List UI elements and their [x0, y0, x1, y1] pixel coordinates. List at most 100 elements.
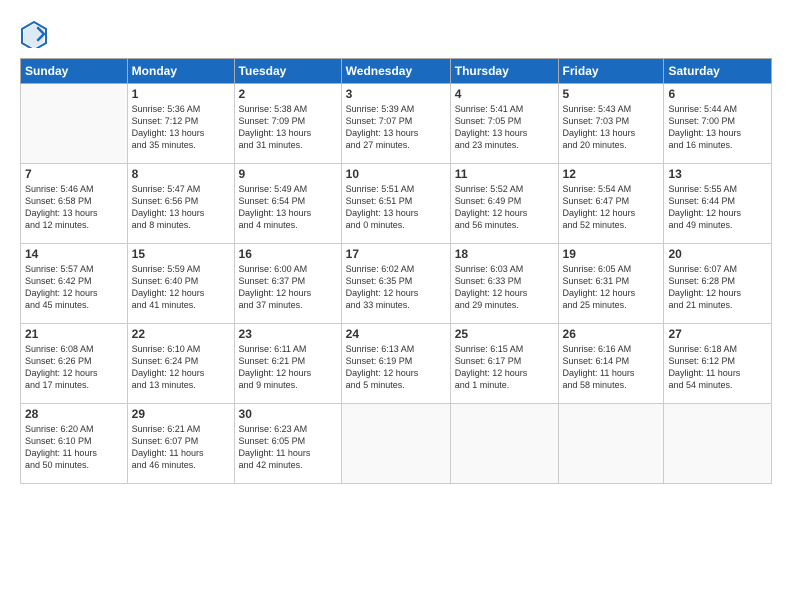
day-info: Sunrise: 6:21 AM Sunset: 6:07 PM Dayligh…: [132, 423, 230, 472]
weekday-header-monday: Monday: [127, 59, 234, 84]
calendar-cell: 10 Sunrise: 5:51 AM Sunset: 6:51 PM Dayli…: [341, 164, 450, 244]
day-number: 30: [239, 407, 337, 421]
calendar-week-row: 14 Sunrise: 5:57 AM Sunset: 6:42 PM Dayli…: [21, 244, 772, 324]
day-info: Sunrise: 5:41 AM Sunset: 7:05 PM Dayligh…: [455, 103, 554, 152]
calendar-cell: [21, 84, 128, 164]
calendar-cell: 25 Sunrise: 6:15 AM Sunset: 6:17 PM Dayli…: [450, 324, 558, 404]
day-info: Sunrise: 5:39 AM Sunset: 7:07 PM Dayligh…: [346, 103, 446, 152]
calendar-cell: 19 Sunrise: 6:05 AM Sunset: 6:31 PM Dayli…: [558, 244, 664, 324]
day-info: Sunrise: 5:47 AM Sunset: 6:56 PM Dayligh…: [132, 183, 230, 232]
day-info: Sunrise: 5:59 AM Sunset: 6:40 PM Dayligh…: [132, 263, 230, 312]
calendar-cell: 26 Sunrise: 6:16 AM Sunset: 6:14 PM Dayli…: [558, 324, 664, 404]
calendar-cell: 16 Sunrise: 6:00 AM Sunset: 6:37 PM Dayli…: [234, 244, 341, 324]
calendar-cell: 13Sunrise: 5:55 AM Sunset: 6:44 PM Dayli…: [664, 164, 772, 244]
calendar-cell: 3 Sunrise: 5:39 AM Sunset: 7:07 PM Daylig…: [341, 84, 450, 164]
day-info: Sunrise: 6:16 AM Sunset: 6:14 PM Dayligh…: [563, 343, 660, 392]
calendar-cell: 20 Sunrise: 6:07 AM Sunset: 6:28 PM Dayli…: [664, 244, 772, 324]
calendar-cell: [664, 404, 772, 484]
calendar-cell: 21Sunrise: 6:08 AM Sunset: 6:26 PM Dayli…: [21, 324, 128, 404]
day-info: Sunrise: 6:08 AM Sunset: 6:26 PM Dayligh…: [25, 343, 123, 392]
day-info: Sunrise: 6:02 AM Sunset: 6:35 PM Dayligh…: [346, 263, 446, 312]
day-info: Sunrise: 6:13 AM Sunset: 6:19 PM Dayligh…: [346, 343, 446, 392]
calendar-week-row: 28Sunrise: 6:20 AM Sunset: 6:10 PM Dayli…: [21, 404, 772, 484]
weekday-header-thursday: Thursday: [450, 59, 558, 84]
calendar-cell: 1Sunrise: 5:36 AM Sunset: 7:12 PM Daylig…: [127, 84, 234, 164]
logo-icon: [20, 20, 48, 48]
day-info: Sunrise: 5:46 AM Sunset: 6:58 PM Dayligh…: [25, 183, 123, 232]
day-info: Sunrise: 5:52 AM Sunset: 6:49 PM Dayligh…: [455, 183, 554, 232]
calendar-week-row: 7 Sunrise: 5:46 AM Sunset: 6:58 PM Daylig…: [21, 164, 772, 244]
day-number: 9: [239, 167, 337, 181]
day-info: Sunrise: 6:07 AM Sunset: 6:28 PM Dayligh…: [668, 263, 767, 312]
calendar-cell: 24 Sunrise: 6:13 AM Sunset: 6:19 PM Dayli…: [341, 324, 450, 404]
day-number: 22: [132, 327, 230, 341]
calendar-cell: [558, 404, 664, 484]
calendar-cell: 5 Sunrise: 5:43 AM Sunset: 7:03 PM Daylig…: [558, 84, 664, 164]
calendar-table: SundayMondayTuesdayWednesdayThursdayFrid…: [20, 58, 772, 484]
weekday-header-wednesday: Wednesday: [341, 59, 450, 84]
day-number: 16: [239, 247, 337, 261]
weekday-header-sunday: Sunday: [21, 59, 128, 84]
day-info: Sunrise: 6:10 AM Sunset: 6:24 PM Dayligh…: [132, 343, 230, 392]
day-info: Sunrise: 6:18 AM Sunset: 6:12 PM Dayligh…: [668, 343, 767, 392]
calendar-cell: 9Sunrise: 5:49 AM Sunset: 6:54 PM Daylig…: [234, 164, 341, 244]
day-number: 7: [25, 167, 123, 181]
day-info: Sunrise: 6:05 AM Sunset: 6:31 PM Dayligh…: [563, 263, 660, 312]
day-info: Sunrise: 5:43 AM Sunset: 7:03 PM Dayligh…: [563, 103, 660, 152]
day-number: 14: [25, 247, 123, 261]
calendar-cell: [341, 404, 450, 484]
weekday-header-row: SundayMondayTuesdayWednesdayThursdayFrid…: [21, 59, 772, 84]
day-number: 17: [346, 247, 446, 261]
weekday-header-saturday: Saturday: [664, 59, 772, 84]
day-number: 29: [132, 407, 230, 421]
day-number: 1: [132, 87, 230, 101]
day-info: Sunrise: 6:03 AM Sunset: 6:33 PM Dayligh…: [455, 263, 554, 312]
day-number: 2: [239, 87, 337, 101]
day-number: 27: [668, 327, 767, 341]
day-number: 28: [25, 407, 123, 421]
day-number: 12: [563, 167, 660, 181]
day-number: 6: [668, 87, 767, 101]
day-info: Sunrise: 6:15 AM Sunset: 6:17 PM Dayligh…: [455, 343, 554, 392]
calendar-cell: 2 Sunrise: 5:38 AM Sunset: 7:09 PM Daylig…: [234, 84, 341, 164]
calendar-cell: 18 Sunrise: 6:03 AM Sunset: 6:33 PM Dayli…: [450, 244, 558, 324]
calendar-cell: 23Sunrise: 6:11 AM Sunset: 6:21 PM Dayli…: [234, 324, 341, 404]
day-info: Sunrise: 6:00 AM Sunset: 6:37 PM Dayligh…: [239, 263, 337, 312]
day-info: Sunrise: 5:55 AM Sunset: 6:44 PM Dayligh…: [668, 183, 767, 232]
day-info: Sunrise: 5:51 AM Sunset: 6:51 PM Dayligh…: [346, 183, 446, 232]
calendar-cell: 6 Sunrise: 5:44 AM Sunset: 7:00 PM Daylig…: [664, 84, 772, 164]
calendar-cell: [450, 404, 558, 484]
calendar-cell: 14 Sunrise: 5:57 AM Sunset: 6:42 PM Dayli…: [21, 244, 128, 324]
calendar-cell: 8 Sunrise: 5:47 AM Sunset: 6:56 PM Daylig…: [127, 164, 234, 244]
day-number: 18: [455, 247, 554, 261]
day-number: 15: [132, 247, 230, 261]
day-info: Sunrise: 6:23 AM Sunset: 6:05 PM Dayligh…: [239, 423, 337, 472]
calendar-cell: 15 Sunrise: 5:59 AM Sunset: 6:40 PM Dayli…: [127, 244, 234, 324]
day-number: 26: [563, 327, 660, 341]
day-info: Sunrise: 5:38 AM Sunset: 7:09 PM Dayligh…: [239, 103, 337, 152]
calendar-cell: 22 Sunrise: 6:10 AM Sunset: 6:24 PM Dayli…: [127, 324, 234, 404]
calendar-cell: 7 Sunrise: 5:46 AM Sunset: 6:58 PM Daylig…: [21, 164, 128, 244]
day-info: Sunrise: 5:44 AM Sunset: 7:00 PM Dayligh…: [668, 103, 767, 152]
day-number: 5: [563, 87, 660, 101]
day-number: 19: [563, 247, 660, 261]
calendar-cell: 17 Sunrise: 6:02 AM Sunset: 6:35 PM Dayli…: [341, 244, 450, 324]
day-number: 25: [455, 327, 554, 341]
calendar-cell: 28Sunrise: 6:20 AM Sunset: 6:10 PM Dayli…: [21, 404, 128, 484]
day-number: 24: [346, 327, 446, 341]
day-number: 8: [132, 167, 230, 181]
day-number: 10: [346, 167, 446, 181]
weekday-header-friday: Friday: [558, 59, 664, 84]
day-number: 11: [455, 167, 554, 181]
calendar-cell: 12 Sunrise: 5:54 AM Sunset: 6:47 PM Dayli…: [558, 164, 664, 244]
logo: [20, 20, 52, 48]
day-info: Sunrise: 5:54 AM Sunset: 6:47 PM Dayligh…: [563, 183, 660, 232]
day-info: Sunrise: 5:57 AM Sunset: 6:42 PM Dayligh…: [25, 263, 123, 312]
day-number: 20: [668, 247, 767, 261]
day-info: Sunrise: 6:11 AM Sunset: 6:21 PM Dayligh…: [239, 343, 337, 392]
calendar-cell: 29 Sunrise: 6:21 AM Sunset: 6:07 PM Dayli…: [127, 404, 234, 484]
day-number: 3: [346, 87, 446, 101]
calendar-cell: 11 Sunrise: 5:52 AM Sunset: 6:49 PM Dayli…: [450, 164, 558, 244]
calendar-week-row: 1Sunrise: 5:36 AM Sunset: 7:12 PM Daylig…: [21, 84, 772, 164]
calendar-week-row: 21Sunrise: 6:08 AM Sunset: 6:26 PM Dayli…: [21, 324, 772, 404]
